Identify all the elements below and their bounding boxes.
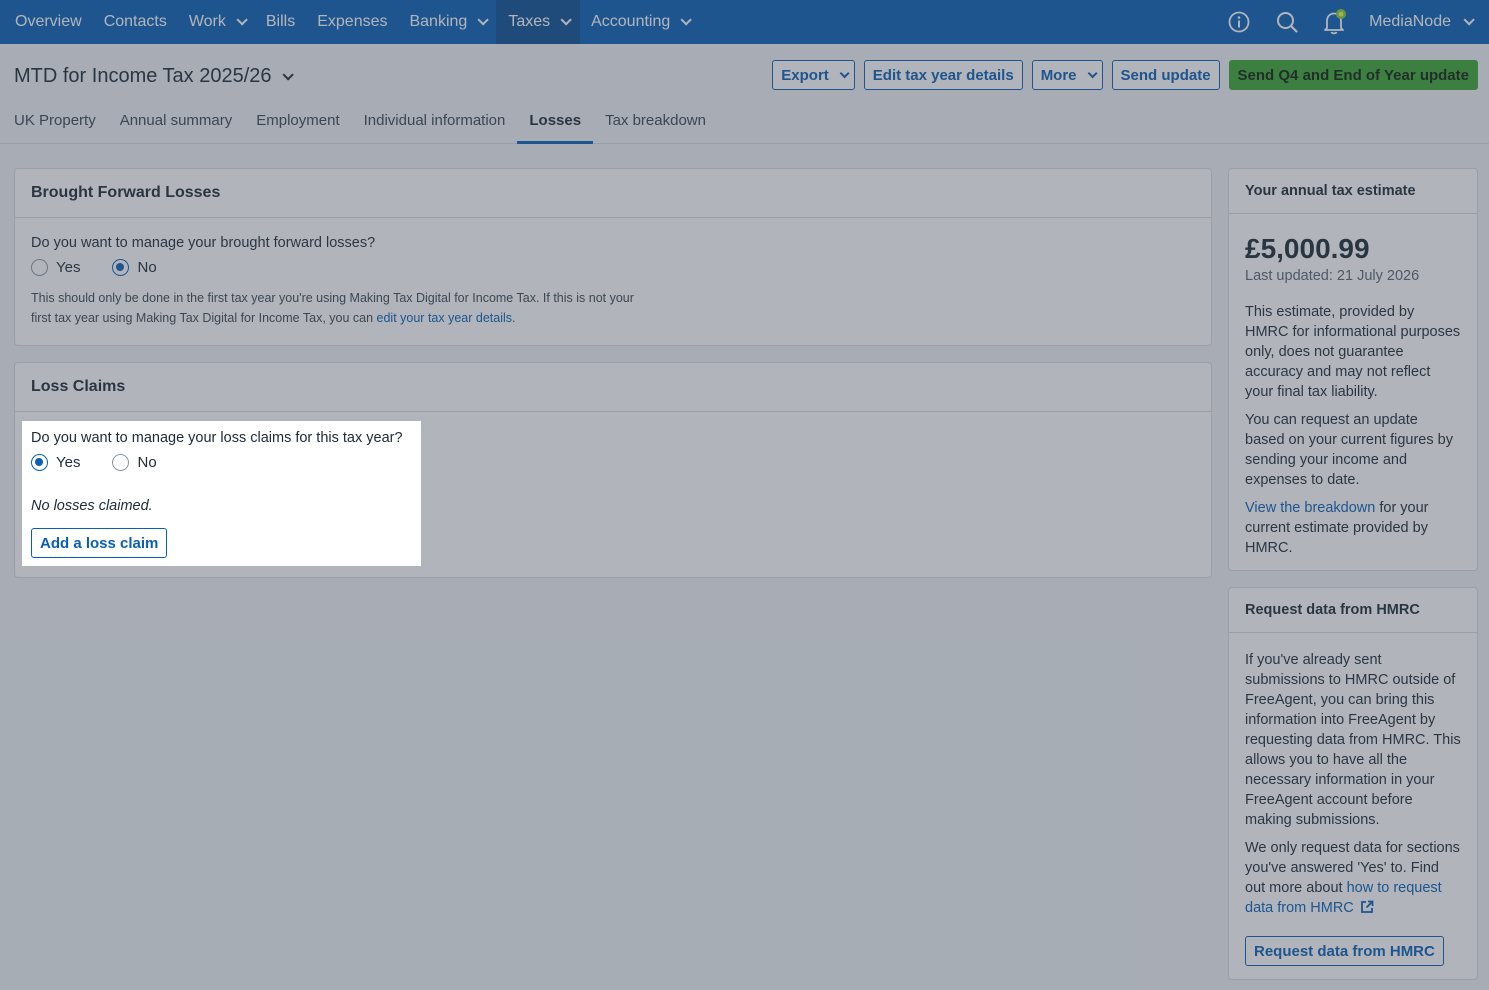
external-link-icon xyxy=(1360,900,1374,913)
nav-item-banking[interactable]: Banking xyxy=(398,0,496,44)
brought-forward-title: Brought Forward Losses xyxy=(15,169,1211,218)
radio-label: No xyxy=(137,259,157,276)
send-q4-button[interactable]: Send Q4 and End of Year update xyxy=(1228,60,1478,90)
radio-circle xyxy=(31,259,48,276)
loss-claims-question: Do you want to manage your loss claims f… xyxy=(31,430,403,446)
add-loss-claim-button[interactable]: Add a loss claim xyxy=(31,528,168,558)
loss-claims-yes-radio[interactable]: Yes xyxy=(31,454,80,471)
hmrc-info: If you've already sent submissions to HM… xyxy=(1245,652,1461,828)
nav-item-contacts[interactable]: Contacts xyxy=(93,0,178,44)
brought-forward-panel: Brought Forward Losses Do you want to ma… xyxy=(14,168,1212,346)
loss-claims-title: Loss Claims xyxy=(15,363,1211,412)
estimate-disclaimer: This estimate, provided by HMRC for info… xyxy=(1245,304,1461,400)
request-hmrc-title: Request data from HMRC xyxy=(1229,588,1477,633)
hmrc-sections-info: We only request data for sections you've… xyxy=(1245,838,1461,918)
nav-item-label: Work xyxy=(188,13,226,30)
export-label: Export xyxy=(781,66,829,84)
tax-estimate-panel: Your annual tax estimate £5,000.99 Last … xyxy=(1228,168,1478,571)
brought-forward-question: Do you want to manage your brought forwa… xyxy=(31,235,376,251)
estimate-breakdown-text: View the breakdown for your current esti… xyxy=(1245,498,1461,558)
brought-forward-radios: Yes No xyxy=(31,259,1195,276)
info-icon[interactable] xyxy=(1215,0,1263,44)
nav-item-label: Taxes xyxy=(508,13,551,30)
chevron-down-icon xyxy=(236,14,248,26)
chevron-down-icon xyxy=(281,68,294,81)
nav-item-work[interactable]: Work xyxy=(178,0,255,44)
more-button[interactable]: More xyxy=(1031,60,1103,90)
nav-item-overview[interactable]: Overview xyxy=(0,0,93,44)
request-hmrc-panel: Request data from HMRC If you've already… xyxy=(1228,587,1478,980)
nav-item-label: Accounting xyxy=(591,13,671,30)
nav-item-bills[interactable]: Bills xyxy=(255,0,306,44)
radio-circle xyxy=(112,454,130,471)
user-menu[interactable]: MediaNode xyxy=(1359,13,1489,31)
last-updated: Last updated: 21 July 2026 xyxy=(1245,268,1420,284)
tab-tax-breakdown[interactable]: Tax breakdown xyxy=(593,104,718,144)
tab-individual-information[interactable]: Individual information xyxy=(352,104,518,144)
header-actions: Export Edit tax year details More Send u… xyxy=(772,60,1478,90)
top-nav: Overview Contacts Work Bills Expenses Ba… xyxy=(0,0,1489,44)
edit-tax-year-link[interactable]: edit your tax year details xyxy=(377,311,513,325)
chevron-down-icon xyxy=(560,14,572,26)
more-label: More xyxy=(1040,66,1077,84)
loss-claims-no-radio[interactable]: No xyxy=(112,454,157,471)
chevron-down-icon xyxy=(839,67,850,78)
nav-item-label: Expenses xyxy=(317,13,388,30)
view-breakdown-link[interactable]: View the breakdown xyxy=(1245,500,1375,516)
radio-label: No xyxy=(137,454,157,471)
brought-forward-no-radio[interactable]: No xyxy=(112,259,157,276)
nav-item-label: Bills xyxy=(265,13,296,30)
loss-claims-highlight: Do you want to manage your loss claims f… xyxy=(22,421,421,566)
help-text: This should only be done in the first ta… xyxy=(31,291,634,325)
loss-claims-radios: Yes No xyxy=(31,454,403,471)
tax-estimate-amount: £5,000.99 xyxy=(1245,233,1370,264)
nav-item-label: Overview xyxy=(15,13,82,30)
radio-circle xyxy=(31,454,48,471)
chevron-down-icon xyxy=(1463,14,1475,26)
chevron-down-icon xyxy=(477,14,490,26)
nav-item-accounting[interactable]: Accounting xyxy=(580,0,699,44)
estimate-update-info: You can request an update based on your … xyxy=(1245,412,1453,488)
page-header: MTD for Income Tax 2025/26 Export Edit t… xyxy=(0,44,1489,144)
page-title: MTD for Income Tax 2025/26 xyxy=(14,65,272,87)
tab-losses[interactable]: Losses xyxy=(517,104,594,144)
radio-label: Yes xyxy=(56,259,81,276)
request-hmrc-button[interactable]: Request data from HMRC xyxy=(1245,936,1444,966)
tax-estimate-title: Your annual tax estimate xyxy=(1229,169,1477,214)
nav-item-label: Banking xyxy=(409,13,468,30)
user-name: MediaNode xyxy=(1369,13,1451,30)
bell-icon[interactable] xyxy=(1311,0,1359,44)
nav-item-taxes[interactable]: Taxes xyxy=(496,0,581,44)
radio-circle xyxy=(112,259,130,276)
chevron-down-icon xyxy=(680,14,693,26)
tab-uk-property[interactable]: UK Property xyxy=(0,104,108,144)
tab-annual-summary[interactable]: Annual summary xyxy=(108,104,245,144)
chevron-down-icon xyxy=(1087,67,1098,78)
tabs: UK Property Annual summary Employment In… xyxy=(0,104,718,144)
brought-forward-help: This should only be done in the first ta… xyxy=(31,288,641,328)
nav-item-label: Contacts xyxy=(103,13,167,30)
help-suffix: . xyxy=(512,311,516,325)
nav-item-expenses[interactable]: Expenses xyxy=(306,0,398,44)
search-icon[interactable] xyxy=(1263,0,1311,44)
tax-year-selector[interactable]: MTD for Income Tax 2025/26 xyxy=(14,65,294,88)
tab-employment[interactable]: Employment xyxy=(244,104,351,144)
no-losses-message: No losses claimed. xyxy=(31,498,153,514)
nav-right: MediaNode xyxy=(1215,0,1489,44)
send-update-button[interactable]: Send update xyxy=(1111,60,1220,90)
brought-forward-yes-radio[interactable]: Yes xyxy=(31,259,80,276)
radio-label: Yes xyxy=(56,454,81,471)
export-button[interactable]: Export xyxy=(772,60,855,90)
edit-tax-year-button[interactable]: Edit tax year details xyxy=(863,60,1023,90)
nav-items: Overview Contacts Work Bills Expenses Ba… xyxy=(0,0,699,44)
